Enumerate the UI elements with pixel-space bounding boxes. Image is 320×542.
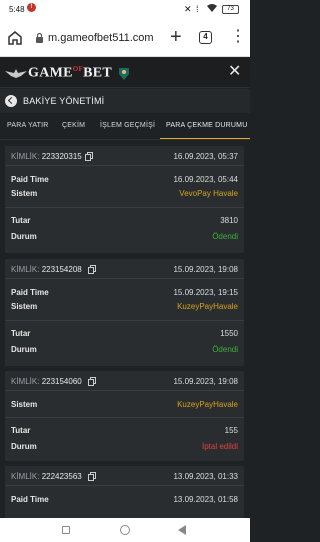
- tutar-row: Tutar 3810: [11, 216, 238, 228]
- site-header: GAMEOFBET ✕: [0, 58, 250, 88]
- paid-time-row: Paid Time 16.09.2023, 05:44: [11, 175, 238, 187]
- kimlik-label: KİMLİK:: [11, 377, 40, 386]
- tutar-value: 1550: [220, 329, 238, 338]
- sistem-row: Sistem KuzeyPayHavale: [11, 302, 238, 314]
- page-title: BAKİYE YÖNETİMİ: [23, 96, 105, 106]
- paid-time-value: 16.09.2023, 05:44: [173, 175, 238, 184]
- card-header: KİMLİK: 223154208 15.09.2023, 19:08: [5, 259, 244, 279]
- tutar-label: Tutar: [11, 426, 31, 435]
- transaction-id: 223154060: [41, 377, 82, 386]
- transaction-id: 223320315: [41, 152, 82, 161]
- divider: [5, 320, 244, 321]
- crest-logo-icon: [119, 68, 130, 80]
- copy-icon[interactable]: [88, 377, 96, 386]
- withdrawal-card: KİMLİK: 223154208 15.09.2023, 19:08 Paid…: [5, 259, 244, 366]
- withdrawal-card: KİMLİK: 223320315 16.09.2023, 05:37 Paid…: [5, 146, 244, 253]
- new-tab-icon[interactable]: +: [170, 27, 182, 47]
- divider: [5, 417, 244, 418]
- system-nav-bar: [0, 518, 250, 542]
- tab-para-cekme-durumu[interactable]: PARA ÇEKME DURUMU: [166, 122, 247, 129]
- tutar-label: Tutar: [11, 216, 31, 225]
- paid-time-label: Paid Time: [11, 288, 49, 297]
- transaction-id: 223154208: [41, 265, 82, 274]
- sistem-row: Sistem VevoPay Havale: [11, 189, 238, 201]
- durum-label: Durum: [11, 232, 37, 241]
- durum-value: Ödendi: [212, 345, 238, 354]
- tab-para-yatir[interactable]: PARA YATIR: [7, 122, 49, 129]
- site-logo[interactable]: GAMEOFBET: [5, 62, 130, 84]
- recent-apps-icon[interactable]: [62, 526, 70, 534]
- active-tab-indicator: [160, 138, 250, 139]
- logo-text-bet: BET: [83, 65, 113, 81]
- tutar-row: Tutar 1550: [11, 329, 238, 341]
- sistem-label: Sistem: [11, 189, 38, 198]
- wings-logo-icon: [5, 69, 27, 78]
- back-icon[interactable]: [178, 525, 186, 535]
- sistem-row: Sistem KuzeyPayHavale: [11, 400, 238, 412]
- copy-icon[interactable]: [88, 265, 96, 274]
- durum-row: Durum İptal edildi: [11, 442, 238, 454]
- home-icon[interactable]: [7, 30, 23, 46]
- paid-time-label: Paid Time: [11, 495, 49, 504]
- tab-cekim[interactable]: ÇEKİM: [62, 122, 85, 129]
- card-header: KİMLİK: 223154060 15.09.2023, 19:08: [5, 371, 244, 391]
- page-title-bar: BAKİYE YÖNETİMİ: [0, 89, 250, 113]
- back-arrow-icon[interactable]: [5, 95, 17, 107]
- wifi-icon: [207, 4, 217, 12]
- tab-islem-gecmisi[interactable]: İŞLEM GEÇMİŞİ: [100, 122, 155, 129]
- durum-row: Durum Ödendi: [11, 345, 238, 357]
- tutar-label: Tutar: [11, 329, 31, 338]
- sistem-value: KuzeyPayHavale: [177, 400, 238, 409]
- close-icon[interactable]: ✕: [228, 63, 241, 81]
- request-date: 16.09.2023, 05:37: [173, 152, 238, 161]
- tutar-value: 3810: [220, 216, 238, 225]
- request-date: 13.09.2023, 01:33: [173, 472, 238, 481]
- sistem-value: VevoPay Havale: [179, 189, 238, 198]
- divider: [5, 207, 244, 208]
- request-date: 15.09.2023, 19:08: [173, 377, 238, 386]
- tab-switcher-button[interactable]: 4: [199, 31, 212, 44]
- notification-alert-icon: !: [27, 3, 36, 12]
- paid-time-label: Paid Time: [11, 175, 49, 184]
- durum-value: Ödendi: [212, 232, 238, 241]
- address-bar[interactable]: m.gameofbet511.com: [48, 32, 154, 44]
- logo-text-game: GAME: [28, 65, 73, 81]
- card-header: KİMLİK: 222423563 13.09.2023, 01:33: [5, 466, 244, 486]
- tutar-row: Tutar 155: [11, 426, 238, 438]
- withdrawal-card: KİMLİK: 223154060 15.09.2023, 19:08 Sist…: [5, 371, 244, 461]
- vibrate-icon: ⁞: [196, 4, 199, 14]
- sistem-label: Sistem: [11, 400, 38, 409]
- mute-icon: ✕: [184, 4, 192, 14]
- paid-time-row: Paid Time 13.09.2023, 01:58: [11, 495, 238, 507]
- kimlik-label: KİMLİK:: [11, 472, 40, 481]
- paid-time-value: 15.09.2023, 19:15: [173, 288, 238, 297]
- durum-label: Durum: [11, 345, 37, 354]
- battery-icon: 73: [222, 5, 239, 14]
- logo-text-of: OF: [72, 64, 84, 73]
- tutar-value: 155: [224, 426, 238, 435]
- lock-icon[interactable]: [35, 32, 44, 44]
- durum-label: Durum: [11, 442, 37, 451]
- status-time: 5:48: [9, 5, 25, 14]
- more-menu-icon[interactable]: ⋮: [230, 28, 246, 46]
- copy-icon[interactable]: [88, 472, 96, 481]
- balance-tabs: PARA YATIR ÇEKİM İŞLEM GEÇMİŞİ PARA ÇEKM…: [0, 113, 250, 140]
- transaction-id: 222423563: [41, 472, 82, 481]
- paid-time-row: Paid Time 15.09.2023, 19:15: [11, 288, 238, 300]
- sistem-label: Sistem: [11, 302, 38, 311]
- card-header: KİMLİK: 223320315 16.09.2023, 05:37: [5, 146, 244, 166]
- durum-value: İptal edildi: [201, 442, 238, 451]
- home-button-icon[interactable]: [120, 525, 130, 535]
- copy-icon[interactable]: [85, 152, 93, 161]
- status-bar: 5:48 ! ✕ ⁞ 73: [0, 0, 250, 20]
- paid-time-value: 13.09.2023, 01:58: [173, 495, 238, 504]
- request-date: 15.09.2023, 19:08: [173, 265, 238, 274]
- durum-row: Durum Ödendi: [11, 232, 238, 244]
- sistem-value: KuzeyPayHavale: [177, 302, 238, 311]
- kimlik-label: KİMLİK:: [11, 152, 40, 161]
- browser-toolbar: m.gameofbet511.com + 4 ⋮: [0, 20, 250, 57]
- withdrawal-card: KİMLİK: 222423563 13.09.2023, 01:33 Paid…: [5, 466, 244, 518]
- kimlik-label: KİMLİK:: [11, 265, 40, 274]
